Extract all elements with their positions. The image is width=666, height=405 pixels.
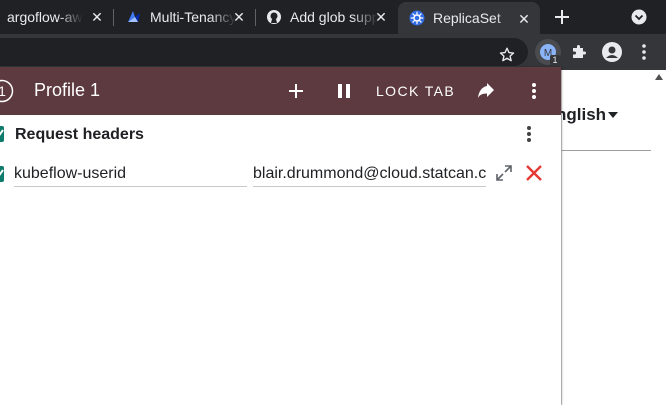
browser-tab-github[interactable]: Add glob support ✕ bbox=[256, 0, 397, 34]
tab-title: Multi-Tenancy bbox=[150, 9, 236, 25]
kubeflow-icon bbox=[128, 11, 140, 22]
modheader-toolbar: 1 Profile 1 LOCK TAB bbox=[0, 67, 561, 115]
tab-title: argoflow-aws bbox=[7, 9, 83, 25]
lock-tab-button[interactable]: LOCK TAB bbox=[376, 83, 455, 99]
profile-number: 1 bbox=[0, 83, 6, 99]
section-title: Request headers bbox=[15, 126, 144, 143]
new-tab-icon[interactable] bbox=[552, 7, 572, 27]
add-icon[interactable] bbox=[286, 81, 306, 101]
browser-tab-multi-tenancy[interactable]: Multi-Tenancy ✕ bbox=[114, 0, 255, 34]
header-value-value: blair.drummond@cloud.statcan.ca bbox=[253, 165, 486, 182]
section-checkbox[interactable] bbox=[0, 126, 5, 142]
modheader-popup: 1 Profile 1 LOCK TAB bbox=[0, 67, 561, 405]
tab-title: Add glob support bbox=[290, 9, 378, 25]
close-tab-icon[interactable]: ✕ bbox=[231, 9, 247, 25]
profile-title[interactable]: Profile 1 bbox=[34, 80, 100, 101]
github-icon bbox=[267, 10, 281, 24]
expand-icon[interactable] bbox=[494, 163, 514, 183]
kubernetes-icon bbox=[409, 10, 425, 26]
tab-title: ReplicaSet bbox=[433, 10, 501, 26]
more-vert-icon[interactable] bbox=[524, 81, 544, 101]
header-name-value: kubeflow-userid bbox=[14, 165, 127, 182]
browser-tab-strip: argoflow-aws ✕ Multi-Tenancy ✕ Add glob … bbox=[0, 0, 666, 34]
language-selector[interactable]: nglish bbox=[556, 105, 606, 125]
extensions-puzzle-icon[interactable] bbox=[570, 43, 588, 61]
scrollbar-up-arrow-icon[interactable] bbox=[655, 74, 663, 80]
header-value-input[interactable]: blair.drummond@cloud.statcan.ca bbox=[253, 164, 486, 187]
browser-tab-argoflow[interactable]: argoflow-aws ✕ bbox=[0, 0, 113, 34]
bookmark-star-icon[interactable] bbox=[498, 46, 516, 64]
share-icon[interactable] bbox=[476, 81, 496, 101]
caret-down-icon[interactable] bbox=[608, 112, 618, 118]
close-tab-icon[interactable]: ✕ bbox=[89, 9, 105, 25]
profile-avatar-icon[interactable] bbox=[602, 42, 622, 62]
page-divider bbox=[562, 150, 651, 151]
address-bar[interactable] bbox=[0, 38, 528, 66]
tab-search-chevron-icon[interactable] bbox=[631, 9, 647, 25]
header-row-checkbox[interactable] bbox=[0, 166, 5, 182]
pause-icon[interactable] bbox=[334, 81, 354, 101]
header-name-input[interactable]: kubeflow-userid bbox=[14, 164, 247, 187]
profile-number-badge[interactable]: 1 bbox=[0, 79, 14, 103]
extension-badge: 1 bbox=[550, 55, 560, 65]
delete-icon[interactable] bbox=[524, 163, 544, 183]
browser-tab-replicaset[interactable]: ReplicaSet ✕ bbox=[398, 2, 540, 34]
chrome-menu-icon[interactable] bbox=[636, 43, 652, 61]
close-tab-icon[interactable]: ✕ bbox=[373, 9, 389, 25]
browser-toolbar: M bbox=[0, 34, 666, 70]
close-tab-icon[interactable]: ✕ bbox=[516, 11, 532, 27]
section-more-vert-icon[interactable] bbox=[519, 124, 539, 144]
